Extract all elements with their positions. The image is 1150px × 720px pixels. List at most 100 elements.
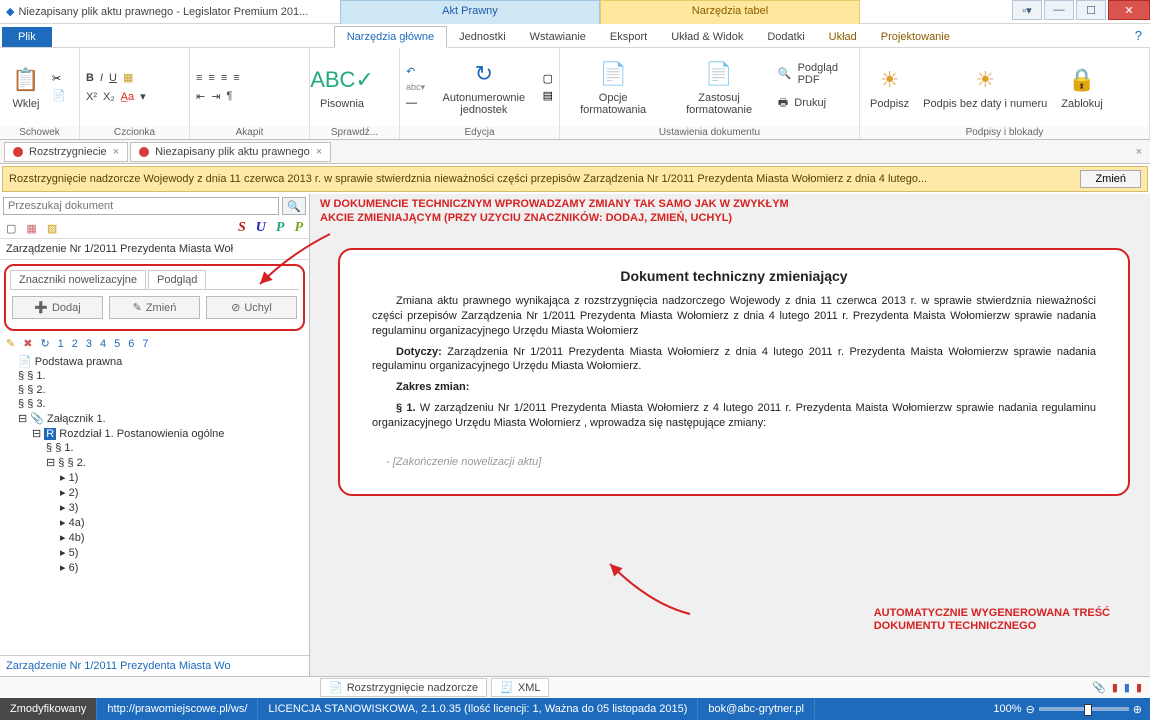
group-akapit: Akapit [190, 126, 309, 139]
minimize-button[interactable]: — [1044, 0, 1074, 20]
view-icon-3[interactable]: ▨ [47, 222, 57, 235]
search-button[interactable]: 🔍 [282, 197, 306, 215]
pdf-preview-button[interactable]: 🔍Podgląd PDF [778, 62, 853, 86]
mini-icon[interactable]: ▮ [1112, 681, 1118, 694]
underline-button[interactable]: U [109, 72, 117, 84]
status-modified: Zmodyfikowany [0, 698, 97, 720]
tool-icon[interactable]: ✖ [23, 337, 32, 350]
outdent-icon[interactable]: ⇤ [196, 90, 205, 103]
marker-zmien-button[interactable]: ✎ Zmień [109, 296, 200, 319]
bold-button[interactable]: B [86, 72, 94, 84]
zoom-control[interactable]: 100%⊖⊕ [985, 703, 1150, 716]
tab-uklad-widok[interactable]: Układ & Widok [659, 27, 755, 47]
bottab-xml[interactable]: 🧾 XML [491, 678, 549, 697]
notice-bar: Rozstrzygnięcie nadzorcze Wojewody z dni… [2, 166, 1148, 192]
group-podpisy: Podpisy i blokady [860, 126, 1149, 139]
tree-item: ▸ 6) [4, 560, 305, 575]
context-tab-tabele[interactable]: Narzędzia tabel [600, 0, 860, 24]
markers-tab-podglad[interactable]: Podgląd [148, 270, 206, 289]
tab-jednostki[interactable]: Jednostki [447, 27, 517, 47]
align-center-icon[interactable]: ≡ [208, 72, 214, 84]
view-icon-2[interactable]: ▦ [26, 222, 36, 235]
tab-wstawianie[interactable]: Wstawianie [518, 27, 598, 47]
close-icon[interactable]: × [113, 146, 119, 158]
tab-dodatki[interactable]: Dodatki [755, 27, 816, 47]
align-left-icon[interactable]: ≡ [196, 72, 202, 84]
autonumber-button[interactable]: ↻Autonumerownie jednostek [431, 58, 537, 116]
bottab-rozstrzygniecie[interactable]: 📄 Rozstrzygnięcie nadzorcze [320, 678, 487, 697]
markers-box: Znaczniki nowelizacyjne Podgląd ➕ Dodaj … [4, 264, 305, 331]
style-s-icon[interactable]: S [238, 220, 246, 236]
apply-format-button[interactable]: 📄Zastosuj formatowanie [666, 58, 772, 116]
marker-uchyl-button[interactable]: ⊘ Uchyl [206, 296, 297, 319]
subscript-button[interactable]: X₂ [103, 91, 115, 103]
fontcolor-button[interactable]: A̲a [121, 91, 134, 103]
app-icon: ◆ [6, 5, 14, 18]
close-all-icon[interactable]: × [1136, 146, 1142, 158]
titlebar-left: ◆ Niezapisany plik aktu prawnego - Legis… [0, 0, 314, 23]
editor-pane: W DOKUMENCIE TECHNICZNYM WPROWADZAMY ZMI… [310, 194, 1150, 676]
tool-icon[interactable]: ✎ [6, 337, 15, 350]
italic-button[interactable]: I [100, 72, 103, 84]
sign-button[interactable]: ☀Podpisz [866, 64, 913, 110]
doc-label: Zarządzenie Nr 1/2011 Prezydenta Miasta … [0, 238, 309, 260]
doc-p1: Zmiana aktu prawnego wynikająca z rozstr… [372, 294, 1096, 339]
superscript-button[interactable]: X² [86, 91, 97, 103]
align-justify-icon[interactable]: ≡ [233, 72, 239, 84]
document-page[interactable]: Dokument techniczny zmieniający Zmiana a… [338, 248, 1130, 496]
align-right-icon[interactable]: ≡ [221, 72, 227, 84]
maximize-button[interactable]: ☐ [1076, 0, 1106, 20]
tab-eksport[interactable]: Eksport [598, 27, 659, 47]
format-options-button[interactable]: 📄Opcje formatowania [566, 58, 660, 116]
ribbon-tabs: Plik Narzędzia główne Jednostki Wstawian… [0, 24, 1150, 48]
ribbon-collapse-icon[interactable]: ▫▾ [1012, 0, 1042, 20]
mini-icon[interactable]: ▮ [1124, 681, 1130, 694]
left-pane: 🔍 ▢ ▦ ▨ S U P P Zarządzenie Nr 1/2011 Pr… [0, 194, 310, 676]
cut-icon[interactable]: ✂ [52, 72, 66, 85]
tab-narzedzia-glowne[interactable]: Narzędzia główne [334, 26, 447, 48]
tree-item: § § 3. [4, 397, 305, 411]
context-tab-akt[interactable]: Akt Prawny [340, 0, 600, 24]
close-icon[interactable]: × [316, 146, 322, 158]
bottom-link[interactable]: Zarządzenie Nr 1/2011 Prezydenta Miasta … [0, 655, 309, 676]
doctab-rozstrzygniecie[interactable]: Rozstrzygniecie× [4, 142, 128, 162]
close-button[interactable]: ✕ [1108, 0, 1150, 20]
notice-change-button[interactable]: Zmień [1080, 170, 1141, 188]
doctab-niezapisany[interactable]: Niezapisany plik aktu prawnego× [130, 142, 331, 162]
edit-icon-2[interactable]: ▤ [543, 89, 553, 102]
doc-title: Niezapisany plik aktu prawnego - Legisla… [18, 6, 308, 18]
undo-icon[interactable]: ↶ [406, 65, 425, 78]
copy-icon[interactable]: 📄 [52, 89, 66, 102]
help-icon[interactable]: ? [1135, 28, 1142, 43]
mini-icon[interactable]: ▮ [1136, 681, 1142, 694]
print-button[interactable]: 🖶Drukuj [778, 94, 853, 113]
tree-item: 📄 Podstawa prawna [4, 354, 305, 369]
spellcheck-button[interactable]: ABC✓Pisownia [316, 64, 368, 110]
clip-icon[interactable]: 📎 [1092, 681, 1106, 694]
pilcrow-icon[interactable]: ¶ [226, 90, 232, 102]
indent-icon[interactable]: ⇥ [211, 90, 220, 103]
marker-dodaj-button[interactable]: ➕ Dodaj [12, 296, 103, 319]
bottom-tabs: 📄 Rozstrzygnięcie nadzorcze 🧾 XML 📎 ▮ ▮ … [0, 676, 1150, 698]
doc-p3: Zakres zmian: [372, 380, 1096, 395]
tree-view[interactable]: 📄 Podstawa prawna § § 1. § § 2. § § 3. ⊟… [0, 352, 309, 655]
group-edycja: Edycja [400, 126, 559, 139]
edit-icon-1[interactable]: ▢ [543, 72, 553, 85]
style-u-icon[interactable]: U [256, 220, 266, 236]
style-p2-icon[interactable]: P [294, 220, 303, 236]
search-input[interactable] [3, 197, 279, 215]
tab-uklad[interactable]: Układ [817, 27, 869, 47]
statusbar: Zmodyfikowany http://prawomiejscowe.pl/w… [0, 698, 1150, 720]
refresh-icon[interactable]: ↻ [40, 337, 49, 350]
tree-item: ▸ 4b) [4, 530, 305, 545]
sign-nodate-button[interactable]: ☀Podpis bez daty i numeru [919, 64, 1051, 110]
highlight-icon[interactable]: ▦ [123, 71, 133, 84]
style-p-icon[interactable]: P [276, 220, 285, 236]
markers-tab-znaczniki[interactable]: Znaczniki nowelizacyjne [10, 270, 146, 289]
paste-button[interactable]: 📋Wklej [6, 64, 46, 110]
tab-plik[interactable]: Plik [2, 27, 52, 47]
tab-projektowanie[interactable]: Projektowanie [869, 27, 962, 47]
view-icon-1[interactable]: ▢ [6, 222, 16, 235]
status-license: LICENCJA STANOWISKOWA, 2.1.0.35 (Ilość l… [258, 698, 698, 720]
lock-button[interactable]: 🔒Zablokuj [1057, 64, 1107, 110]
